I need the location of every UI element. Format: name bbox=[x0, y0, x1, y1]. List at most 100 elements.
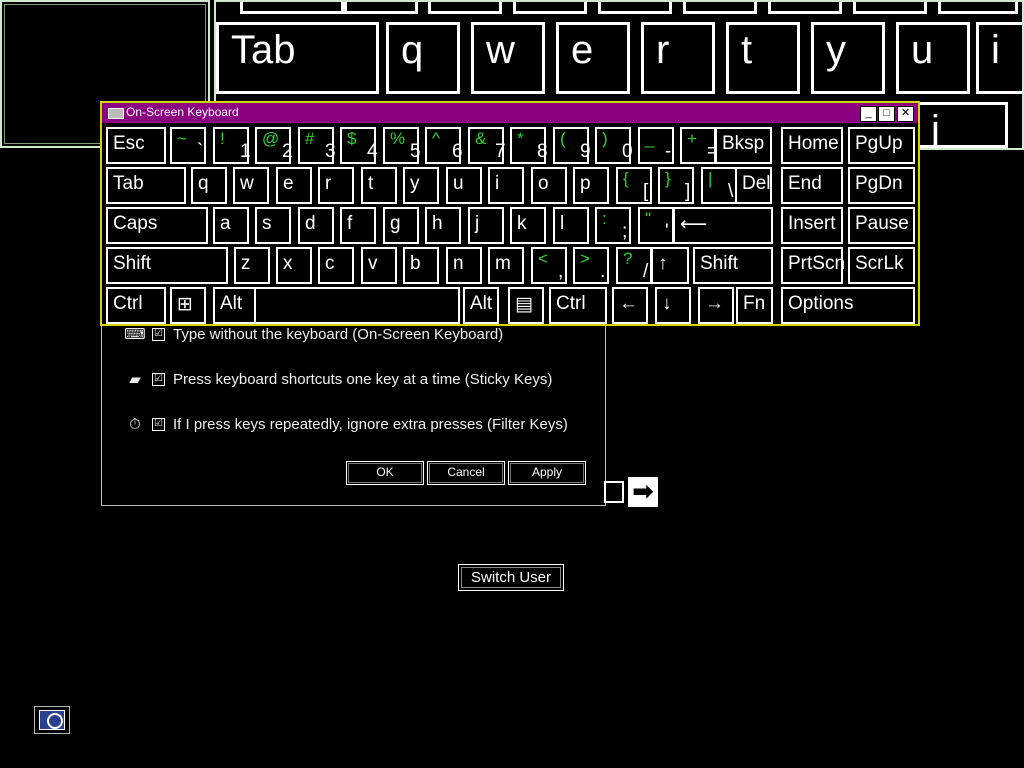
key-w[interactable]: w bbox=[233, 167, 269, 204]
key-right-arrow[interactable]: → bbox=[698, 287, 734, 324]
key-b[interactable]: b bbox=[403, 247, 439, 284]
option-filter-keys[interactable]: ⏱ ☑ If I press keys repeatedly, ignore e… bbox=[122, 415, 568, 433]
key-symbol: 2 bbox=[282, 141, 293, 162]
minimize-button[interactable]: _ bbox=[860, 106, 877, 122]
key-shift[interactable]: Shift bbox=[693, 247, 773, 284]
key-fn[interactable]: Fn bbox=[736, 287, 773, 324]
magnified-key-top-row bbox=[513, 2, 587, 14]
key-up-arrow[interactable]: ↑ bbox=[651, 247, 689, 284]
key-symbol[interactable]: + = bbox=[680, 127, 718, 164]
key-label: w bbox=[240, 173, 254, 194]
switch-user-button[interactable]: Switch User bbox=[458, 564, 564, 591]
key-end[interactable]: End bbox=[781, 167, 843, 204]
key-9[interactable]: (9 bbox=[553, 127, 591, 164]
key-symbol[interactable]: :; bbox=[595, 207, 631, 244]
key-6[interactable]: ^ 6 bbox=[425, 127, 463, 164]
key-home[interactable]: Home bbox=[781, 127, 843, 164]
key-space[interactable] bbox=[254, 287, 460, 324]
cancel-button[interactable]: Cancel bbox=[427, 461, 505, 485]
key-shift[interactable]: Shift bbox=[106, 247, 228, 284]
osk-title-bar[interactable]: On-Screen Keyboard _ □ ✕ bbox=[102, 103, 918, 123]
option-sticky-keys[interactable]: ▰ ☑ Press keyboard shortcuts one key at … bbox=[122, 370, 552, 389]
key-p[interactable]: p bbox=[573, 167, 609, 204]
ok-button[interactable]: OK bbox=[346, 461, 424, 485]
key-7[interactable]: & 7 bbox=[468, 127, 506, 164]
key-q[interactable]: q bbox=[191, 167, 227, 204]
checkbox-on-screen-keyboard[interactable]: ☑ bbox=[152, 327, 165, 341]
key-symbol: 6 bbox=[452, 141, 463, 162]
key-l[interactable]: l bbox=[553, 207, 589, 244]
key-ctrl[interactable]: Ctrl bbox=[549, 287, 607, 324]
key-a[interactable]: a bbox=[213, 207, 249, 244]
close-button[interactable]: ✕ bbox=[897, 106, 914, 122]
key-x[interactable]: x bbox=[276, 247, 312, 284]
key-symbol[interactable]: {[ bbox=[616, 167, 652, 204]
checkbox-sticky-keys[interactable]: ☑ bbox=[152, 372, 165, 386]
key-symbol[interactable]: " ' bbox=[638, 207, 674, 244]
key-8[interactable]: * 8 bbox=[510, 127, 548, 164]
key-options[interactable]: Options bbox=[781, 287, 915, 324]
key-j[interactable]: j bbox=[468, 207, 504, 244]
key-symbol[interactable]: >. bbox=[573, 247, 609, 284]
key-symbol[interactable]: }] bbox=[658, 167, 694, 204]
key-symbol[interactable]: <, bbox=[531, 247, 567, 284]
key-ctrl[interactable]: Ctrl bbox=[106, 287, 166, 324]
key-label: z bbox=[241, 253, 251, 274]
key-0[interactable]: ) 0 bbox=[595, 127, 633, 164]
key-symbol[interactable]: _ - bbox=[638, 127, 674, 164]
key-g[interactable]: g bbox=[383, 207, 419, 244]
apply-button[interactable]: Apply bbox=[508, 461, 586, 485]
key-pause[interactable]: Pause bbox=[848, 207, 915, 244]
key-2[interactable]: @2 bbox=[255, 127, 293, 164]
key-alt[interactable]: Alt bbox=[213, 287, 258, 324]
key-symbol[interactable]: | \ bbox=[701, 167, 737, 204]
key-menu[interactable]: ▤ bbox=[508, 287, 544, 324]
key-left-arrow[interactable]: ← bbox=[612, 287, 648, 324]
key-symbol[interactable]: ~ ` bbox=[170, 127, 206, 164]
key-h[interactable]: h bbox=[425, 207, 461, 244]
key-4[interactable]: $4 bbox=[340, 127, 378, 164]
key-i[interactable]: i bbox=[488, 167, 524, 204]
magnified-key-top-row bbox=[598, 2, 672, 14]
key-d[interactable]: d bbox=[298, 207, 334, 244]
key-v[interactable]: v bbox=[361, 247, 397, 284]
magnified-key: y bbox=[811, 22, 885, 94]
key-caps[interactable]: Caps bbox=[106, 207, 208, 244]
key-r[interactable]: r bbox=[318, 167, 354, 204]
key-esc[interactable]: Esc bbox=[106, 127, 166, 164]
key-tab[interactable]: Tab bbox=[106, 167, 186, 204]
submit-arrow-button[interactable]: ➡ bbox=[628, 477, 658, 507]
key-alt[interactable]: Alt bbox=[463, 287, 499, 324]
ease-of-access-button[interactable] bbox=[34, 706, 70, 734]
key-c[interactable]: c bbox=[318, 247, 354, 284]
password-field-edge[interactable] bbox=[604, 481, 624, 503]
option-on-screen-keyboard[interactable]: ⌨ ☑ Type without the keyboard (On-Screen… bbox=[122, 325, 503, 344]
key-o[interactable]: o bbox=[531, 167, 567, 204]
key-down-arrow[interactable]: ↓ bbox=[655, 287, 691, 324]
key-n[interactable]: n bbox=[446, 247, 482, 284]
key-symbol[interactable]: ? / bbox=[616, 247, 652, 284]
key-k[interactable]: k bbox=[510, 207, 546, 244]
key-1[interactable]: ! 1 bbox=[213, 127, 251, 164]
key-e[interactable]: e bbox=[276, 167, 312, 204]
key-m[interactable]: m bbox=[488, 247, 524, 284]
key-u[interactable]: u bbox=[446, 167, 482, 204]
key-s[interactable]: s bbox=[255, 207, 291, 244]
key-f[interactable]: f bbox=[340, 207, 376, 244]
key-3[interactable]: #3 bbox=[298, 127, 336, 164]
key-t[interactable]: t bbox=[361, 167, 397, 204]
key-del[interactable]: Del bbox=[735, 167, 772, 204]
key-pgup[interactable]: PgUp bbox=[848, 127, 915, 164]
checkbox-filter-keys[interactable]: ☑ bbox=[152, 417, 165, 431]
key-scrlk[interactable]: ScrLk bbox=[848, 247, 915, 284]
key-pgdn[interactable]: PgDn bbox=[848, 167, 915, 204]
key-prtscn[interactable]: PrtScn bbox=[781, 247, 845, 284]
key-bksp[interactable]: Bksp bbox=[715, 127, 772, 164]
maximize-button[interactable]: □ bbox=[878, 106, 895, 122]
key-z[interactable]: z bbox=[234, 247, 270, 284]
key-y[interactable]: y bbox=[403, 167, 439, 204]
key-windows[interactable]: ⊞ bbox=[170, 287, 206, 324]
key-insert[interactable]: Insert bbox=[781, 207, 843, 244]
key-5[interactable]: % 5 bbox=[383, 127, 421, 164]
key-enter[interactable]: ⟵ bbox=[673, 207, 773, 244]
